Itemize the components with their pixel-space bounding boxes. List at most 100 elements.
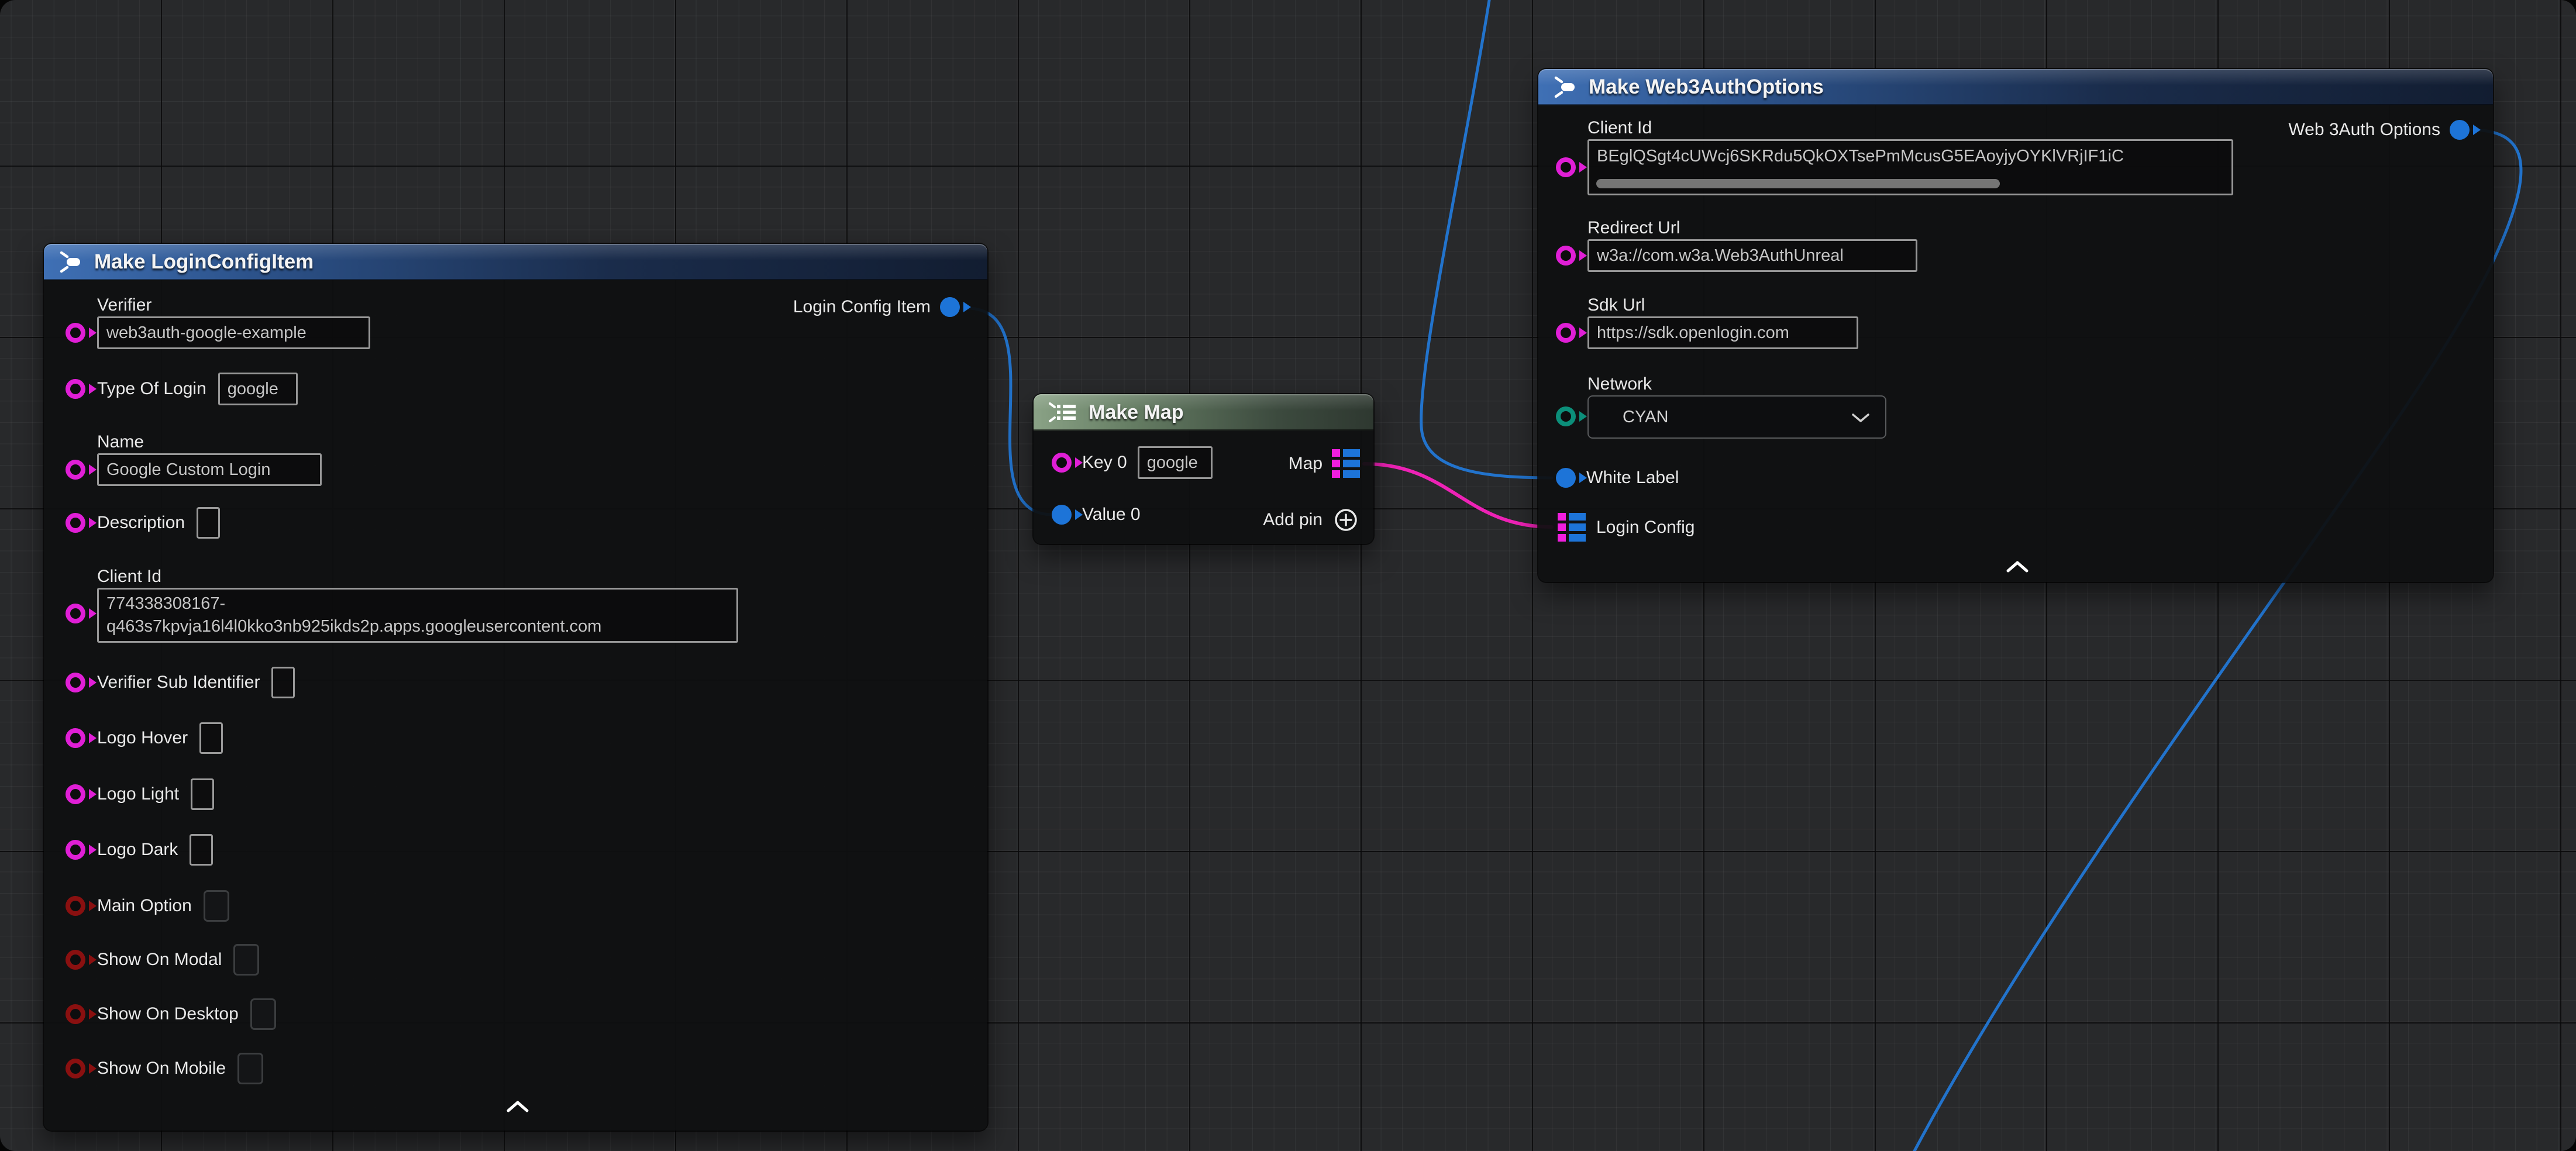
field-row-key0: Key 0 google <box>1052 446 1213 479</box>
node-header-make-loginconfigitem[interactable]: Make LoginConfigItem <box>44 244 987 280</box>
show-on-desktop-pin[interactable] <box>66 1004 85 1024</box>
login-config-item-output-pin[interactable] <box>940 297 960 317</box>
type-of-login-input[interactable]: google <box>218 373 298 405</box>
value0-pin[interactable] <box>1052 505 1072 525</box>
add-pin-icon[interactable] <box>1332 506 1360 534</box>
field-label: Verifier <box>97 294 370 316</box>
network-pin[interactable] <box>1556 406 1576 426</box>
node-header-make-map[interactable]: Make Map <box>1034 394 1373 430</box>
verifier-sub-identifier-pin[interactable] <box>66 673 85 692</box>
field-label: Client Id <box>97 566 738 588</box>
description-pin[interactable] <box>66 513 85 533</box>
make-struct-icon <box>57 249 84 275</box>
field-label: Logo Dark <box>97 840 178 860</box>
verifier-sub-identifier-input[interactable] <box>271 667 295 698</box>
field-label: Key 0 <box>1082 453 1127 473</box>
logo-hover-pin[interactable] <box>66 728 85 748</box>
web3auth-options-output-pin[interactable] <box>2450 120 2470 140</box>
main-option-checkbox[interactable] <box>204 890 229 922</box>
field-row-logo-dark: Logo Dark <box>66 834 213 866</box>
show-on-mobile-pin[interactable] <box>66 1059 85 1078</box>
client-id-input[interactable]: 774338308167- q463s7kpvja16l4l0kko3nb925… <box>97 588 738 643</box>
description-input[interactable] <box>197 507 220 539</box>
field-row-description: Description <box>66 507 220 539</box>
field-row-main-option: Main Option <box>66 890 229 922</box>
field-label: Show On Desktop <box>97 1004 239 1024</box>
client-id-horizontal-scrollbar[interactable] <box>1596 179 2000 188</box>
field-label: Login Config <box>1596 518 1695 537</box>
logo-light-input[interactable] <box>191 778 214 810</box>
blueprint-graph-canvas[interactable]: Make LoginConfigItem Login Config Item V… <box>0 0 2576 1151</box>
sdk-url-pin[interactable] <box>1556 323 1576 343</box>
make-struct-icon <box>1551 74 1578 101</box>
white-label-pin[interactable] <box>1556 468 1576 488</box>
main-option-pin[interactable] <box>66 896 85 916</box>
verifier-pin[interactable] <box>66 323 85 343</box>
redirect-url-input[interactable]: w3a://com.w3a.Web3AuthUnreal <box>1587 239 1917 272</box>
logo-hover-input[interactable] <box>199 722 223 754</box>
wire-top-to-whitelabel[interactable] <box>1421 0 1552 478</box>
field-row-white-label: White Label <box>1556 468 1679 488</box>
redirect-url-pin[interactable] <box>1556 246 1576 266</box>
field-row-sdk-url: Sdk Url https://sdk.openlogin.com <box>1556 294 1858 349</box>
field-row-verifier-sub-identifier: Verifier Sub Identifier <box>66 667 295 698</box>
field-row-login-config: Login Config <box>1558 513 1695 542</box>
field-label: White Label <box>1586 468 1679 488</box>
show-on-mobile-checkbox[interactable] <box>237 1053 263 1084</box>
node-title: Make LoginConfigItem <box>94 250 314 274</box>
field-row-type-of-login: Type Of Login google <box>66 373 298 405</box>
field-row-name: Name Google Custom Login <box>66 431 322 486</box>
show-on-modal-pin[interactable] <box>66 950 85 970</box>
node-header-make-web3authoptions[interactable]: Make Web3AuthOptions <box>1538 69 2493 105</box>
login-config-pin[interactable] <box>1558 513 1586 542</box>
client-id-input[interactable]: BEglQSgt4cUWcj6SKRdu5QkOXTsePmMcusG5EAoy… <box>1587 139 2233 195</box>
client-id-value: BEglQSgt4cUWcj6SKRdu5QkOXTsePmMcusG5EAoy… <box>1597 144 2224 168</box>
field-label: Verifier Sub Identifier <box>97 673 260 692</box>
node-make-web3authoptions[interactable]: Make Web3AuthOptions Web 3Auth Options C… <box>1538 69 2493 582</box>
key0-pin[interactable] <box>1052 453 1072 473</box>
field-label: Show On Mobile <box>97 1059 226 1078</box>
collapse-node-chevron-icon[interactable] <box>2005 560 2030 573</box>
name-pin[interactable] <box>66 460 85 480</box>
field-label: Name <box>97 431 322 453</box>
field-label: Logo Hover <box>97 728 188 748</box>
field-row-client-id: Client Id 774338308167- q463s7kpvja16l4l… <box>66 566 738 643</box>
logo-light-pin[interactable] <box>66 784 85 804</box>
field-label: Description <box>97 513 185 533</box>
name-input[interactable]: Google Custom Login <box>97 453 322 486</box>
add-pin-row: Add pin <box>1263 506 1360 534</box>
verifier-input[interactable]: web3auth-google-example <box>97 316 370 349</box>
type-of-login-pin[interactable] <box>66 379 85 399</box>
field-label: Client Id <box>1587 117 2233 139</box>
chevron-down-icon <box>1851 413 1870 423</box>
sdk-url-input[interactable]: https://sdk.openlogin.com <box>1587 316 1858 349</box>
output-row-map: Map <box>1289 449 1360 478</box>
field-label: Show On Modal <box>97 950 222 970</box>
map-output-pin[interactable] <box>1332 449 1360 478</box>
collapse-node-chevron-icon[interactable] <box>505 1100 531 1113</box>
client-id-pin[interactable] <box>66 604 85 623</box>
field-label: Type Of Login <box>97 379 206 399</box>
field-label: Sdk Url <box>1587 294 1858 316</box>
network-dropdown[interactable]: CYAN <box>1587 395 1886 439</box>
field-row-network: Network CYAN <box>1556 373 1886 439</box>
node-make-map[interactable]: Make Map Key 0 google Map Value 0 Add pi… <box>1034 394 1373 544</box>
field-row-show-on-desktop: Show On Desktop <box>66 998 276 1030</box>
field-label: Redirect Url <box>1587 217 1917 239</box>
field-row-client-id: Client Id BEglQSgt4cUWcj6SKRdu5QkOXTsePm… <box>1556 117 2233 195</box>
logo-dark-pin[interactable] <box>66 840 85 860</box>
network-selected-value: CYAN <box>1623 408 1668 426</box>
show-on-desktop-checkbox[interactable] <box>250 998 276 1030</box>
wire-makemap-to-loginconfig[interactable] <box>1364 464 1552 527</box>
field-row-redirect-url: Redirect Url w3a://com.w3a.Web3AuthUnrea… <box>1556 217 1917 272</box>
client-id-pin[interactable] <box>1556 157 1576 177</box>
field-row-value0: Value 0 <box>1052 505 1141 525</box>
node-make-loginconfigitem[interactable]: Make LoginConfigItem Login Config Item V… <box>44 244 987 1131</box>
logo-dark-input[interactable] <box>190 834 213 866</box>
field-label: Logo Light <box>97 784 179 804</box>
field-row-logo-light: Logo Light <box>66 778 214 810</box>
show-on-modal-checkbox[interactable] <box>233 944 259 976</box>
output-pin-label: Login Config Item <box>793 297 931 317</box>
key0-input[interactable]: google <box>1138 446 1213 479</box>
field-row-show-on-mobile: Show On Mobile <box>66 1053 263 1084</box>
